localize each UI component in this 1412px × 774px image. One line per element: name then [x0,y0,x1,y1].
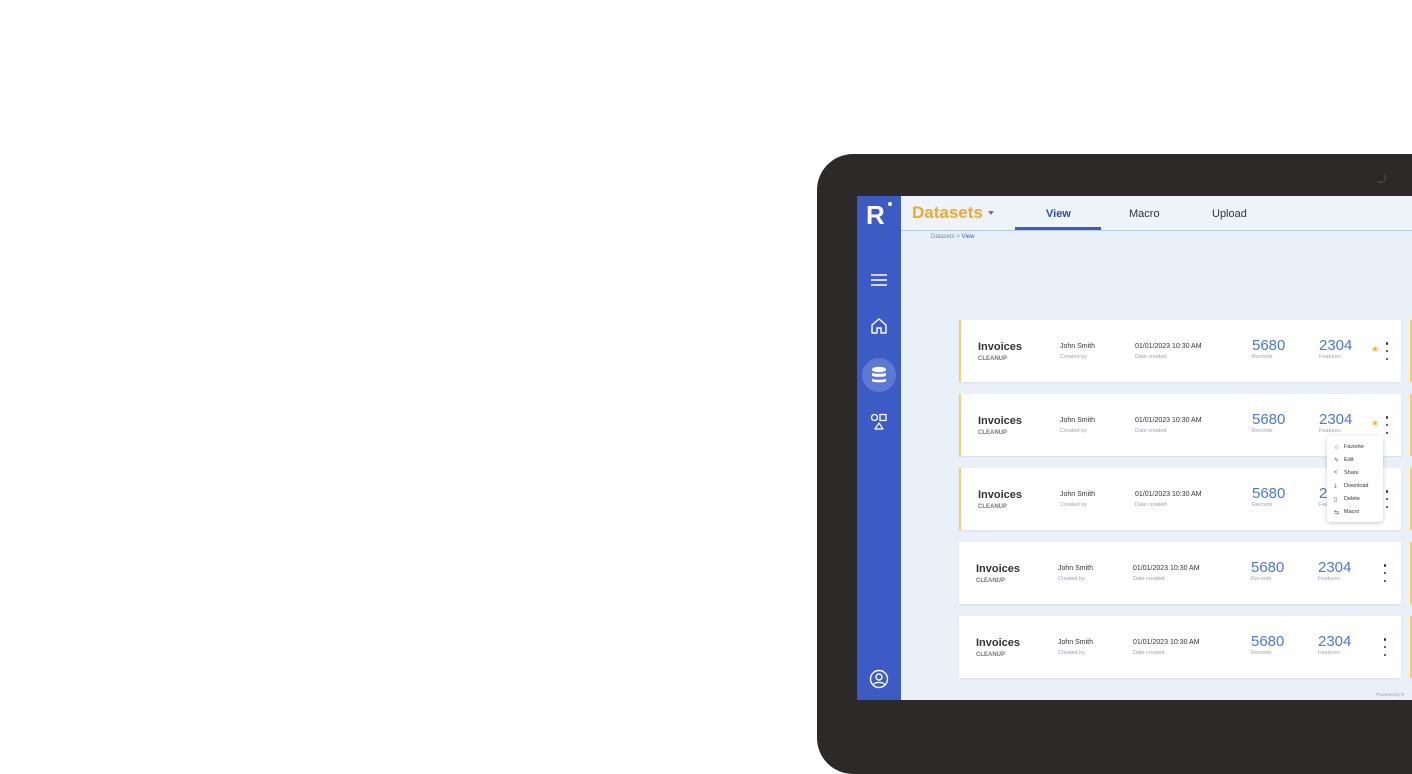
trash-icon: ▯ [1334,496,1338,503]
context-menu: ☆ Favorite ✎ Edit < Share ⤓ Download ▯ D… [1327,436,1383,522]
menu-item-share[interactable]: < Share [1334,467,1382,479]
date-created: 01/01/2023 10:30 AM [1133,639,1200,646]
features-label: Features [1319,428,1341,434]
menu-icon[interactable] [869,270,889,290]
features-count: 2304 [1319,337,1353,354]
date-label: Date created [1135,428,1167,434]
tab-upload[interactable]: Upload [1212,208,1247,220]
records-label: Records [1252,428,1273,434]
creator-label: Created by [1058,650,1085,656]
page-title[interactable]: Datasets [912,203,983,223]
chevron-down-icon[interactable] [988,211,994,215]
records-label: Records [1251,576,1272,582]
more-options-icon[interactable] [1382,564,1388,582]
favorite-star-icon[interactable]: ★ [1371,344,1379,355]
records-count: 5680 [1252,411,1286,428]
menu-item-label: Delete [1344,496,1360,502]
dataset-card[interactable]: Invoices CLEANUP John Smith Created by 0… [959,320,1401,382]
records-count: 5680 [1251,633,1285,650]
share-icon: < [1334,470,1338,476]
star-outline-icon: ☆ [1334,444,1340,451]
camera-icon [1376,173,1386,183]
creator-label: Created by [1060,502,1087,508]
top-bar: Datasets View Macro Upload [901,196,1412,231]
creator-label: Created by [1058,576,1085,582]
features-count: 2304 [1318,633,1352,650]
features-label: Features [1318,650,1340,656]
date-label: Date created [1133,650,1165,656]
date-label: Date created [1135,502,1167,508]
menu-item-label: Share [1344,470,1359,476]
tab-macro[interactable]: Macro [1129,208,1160,220]
breadcrumb-parent[interactable]: Datasets [931,234,955,240]
creator-name: John Smith [1060,417,1096,424]
dataset-name: Invoices [978,341,1023,353]
database-icon[interactable] [869,365,889,385]
favorite-star-icon[interactable]: ★ [1371,418,1379,429]
date-created: 01/01/2023 10:30 AM [1135,343,1202,350]
user-icon[interactable] [869,669,889,689]
creator-name: John Smith [1058,639,1094,646]
pencil-icon: ✎ [1334,457,1340,464]
features-label: Features [1318,576,1340,582]
sidebar: R [857,196,901,700]
creator-name: John Smith [1058,565,1094,572]
dataset-card[interactable]: Invoices CLEANUP John Smith Created by 0… [959,542,1401,604]
menu-item-label: Macro [1344,509,1360,515]
home-icon[interactable] [869,316,889,336]
dataset-card[interactable]: Invoices CLEANUP John Smith Created by 0… [959,616,1401,678]
dataset-name: Invoices [978,415,1023,427]
features-count: 2304 [1318,559,1352,576]
breadcrumb: Datasets > View [931,234,974,240]
features-count: 2304 [1319,411,1353,428]
creator-label: Created by [1060,354,1087,360]
menu-item-delete[interactable]: ▯ Delete [1334,493,1382,505]
creator-label: Created by [1060,428,1087,434]
records-count: 5680 [1252,337,1286,354]
creator-name: John Smith [1060,491,1096,498]
more-options-icon[interactable] [1384,342,1390,360]
more-options-icon[interactable] [1382,638,1388,656]
date-label: Date created [1135,354,1167,360]
dataset-tag: CLEANUP [976,652,1006,658]
shapes-icon[interactable] [869,412,889,432]
app-screen: R Datasets View Macro Upload Datasets > … [857,196,1412,700]
menu-item-download[interactable]: ⤓ Download [1334,480,1382,492]
date-created: 01/01/2023 10:30 AM [1135,491,1202,498]
macro-icon: ⇆ [1334,509,1340,516]
dataset-name: Invoices [976,563,1021,575]
dataset-tag: CLEANUP [976,578,1006,584]
menu-item-edit[interactable]: ✎ Edit [1334,454,1382,466]
records-count: 5680 [1251,559,1285,576]
records-label: Records [1252,354,1273,360]
records-label: Records [1251,650,1272,656]
tab-view[interactable]: View [1046,208,1071,220]
menu-item-favorite[interactable]: ☆ Favorite [1334,441,1382,453]
records-count: 5680 [1252,485,1286,502]
date-created: 01/01/2023 10:30 AM [1135,417,1202,424]
date-created: 01/01/2023 10:30 AM [1133,565,1200,572]
dataset-tag: CLEANUP [978,504,1008,510]
logo-dot [888,202,892,206]
breadcrumb-current: View [961,234,975,240]
more-options-icon[interactable] [1384,416,1390,434]
records-label: Records [1252,502,1273,508]
dataset-name: Invoices [976,637,1021,649]
features-label: Features [1319,354,1341,360]
menu-item-label: Favorite [1344,444,1364,450]
creator-name: John Smith [1060,343,1096,350]
active-tab-underline [1015,227,1101,230]
dataset-tag: CLEANUP [978,430,1008,436]
more-options-icon[interactable] [1384,490,1390,508]
breadcrumb-separator: > [956,234,960,240]
download-icon: ⤓ [1334,482,1337,489]
powered-by-footer: Powered by R [1376,692,1405,697]
dataset-name: Invoices [978,489,1023,501]
date-label: Date created [1133,576,1165,582]
menu-item-label: Edit [1344,457,1354,463]
menu-item-label: Download [1344,483,1369,489]
app-logo: R [866,200,885,230]
dataset-tag: CLEANUP [978,356,1008,362]
menu-item-macro[interactable]: ⇆ Macro [1334,506,1382,518]
